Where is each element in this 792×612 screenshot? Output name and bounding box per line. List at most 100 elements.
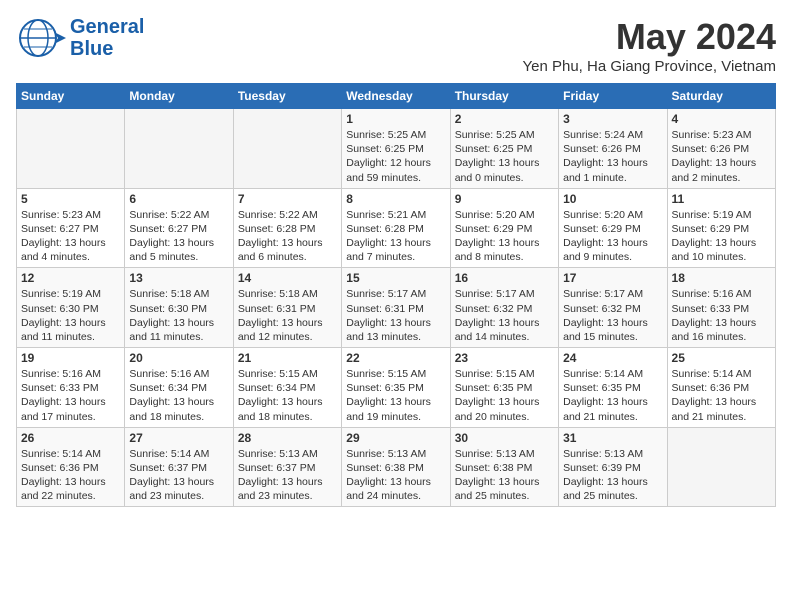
calendar-week-3: 12 Sunrise: 5:19 AMSunset: 6:30 PMDayligh…: [17, 268, 776, 348]
calendar-cell: 7Sunrise: 5:22 AMSunset: 6:28 PMDaylight…: [233, 188, 341, 268]
calendar-cell: [233, 109, 341, 189]
day-number: 14: [238, 271, 337, 285]
day-number: 31: [563, 431, 662, 445]
calendar-cell: 29 Sunrise: 5:13 AMSunset: 6:38 PMDayligh…: [342, 427, 450, 507]
calendar-cell: 24 Sunrise: 5:14 AMSunset: 6:35 PMDayligh…: [559, 348, 667, 428]
day-number: 6: [129, 192, 228, 206]
day-info: Sunrise: 5:19 AMSunset: 6:29 PMDaylight:…: [672, 208, 771, 265]
day-number: 18: [672, 271, 771, 285]
day-info: Sunrise: 5:17 AMSunset: 6:32 PMDaylight:…: [455, 287, 554, 344]
day-number: 13: [129, 271, 228, 285]
col-thursday: Thursday: [450, 84, 558, 109]
day-info: Sunrise: 5:16 AMSunset: 6:33 PMDaylight:…: [21, 367, 120, 424]
day-number: 19: [21, 351, 120, 365]
calendar-cell: 28 Sunrise: 5:13 AMSunset: 6:37 PMDayligh…: [233, 427, 341, 507]
day-number: 2: [455, 112, 554, 126]
calendar-cell: 30 Sunrise: 5:13 AMSunset: 6:38 PMDayligh…: [450, 427, 558, 507]
calendar-week-4: 19 Sunrise: 5:16 AMSunset: 6:33 PMDayligh…: [17, 348, 776, 428]
day-number: 24: [563, 351, 662, 365]
calendar-cell: 6 Sunrise: 5:22 AMSunset: 6:27 PMDaylight…: [125, 188, 233, 268]
day-info: Sunrise: 5:17 AMSunset: 6:32 PMDaylight:…: [563, 287, 662, 344]
day-info: Sunrise: 5:25 AMSunset: 6:25 PMDaylight:…: [346, 128, 445, 185]
col-tuesday: Tuesday: [233, 84, 341, 109]
page-header: General Blue May 2024 Yen Phu, Ha Giang …: [16, 16, 776, 75]
day-info: Sunrise: 5:16 AMSunset: 6:33 PMDaylight:…: [672, 287, 771, 344]
calendar-cell: 17 Sunrise: 5:17 AMSunset: 6:32 PMDayligh…: [559, 268, 667, 348]
day-info: Sunrise: 5:14 AMSunset: 6:36 PMDaylight:…: [672, 367, 771, 424]
day-info: Sunrise: 5:15 AMSunset: 6:35 PMDaylight:…: [455, 367, 554, 424]
calendar-cell: 21Sunrise: 5:15 AMSunset: 6:34 PMDayligh…: [233, 348, 341, 428]
calendar-cell: 31Sunrise: 5:13 AMSunset: 6:39 PMDayligh…: [559, 427, 667, 507]
calendar-cell: 10 Sunrise: 5:20 AMSunset: 6:29 PMDayligh…: [559, 188, 667, 268]
day-number: 20: [129, 351, 228, 365]
day-number: 26: [21, 431, 120, 445]
col-monday: Monday: [125, 84, 233, 109]
calendar-cell: 15 Sunrise: 5:17 AMSunset: 6:31 PMDayligh…: [342, 268, 450, 348]
day-number: 21: [238, 351, 337, 365]
day-info: Sunrise: 5:13 AMSunset: 6:38 PMDaylight:…: [346, 447, 445, 504]
day-number: 30: [455, 431, 554, 445]
logo-icon: [16, 16, 66, 60]
calendar-cell: 9 Sunrise: 5:20 AMSunset: 6:29 PMDaylight…: [450, 188, 558, 268]
day-info: Sunrise: 5:23 AMSunset: 6:27 PMDaylight:…: [21, 208, 120, 265]
day-info: Sunrise: 5:14 AMSunset: 6:35 PMDaylight:…: [563, 367, 662, 424]
page-title: May 2024: [523, 16, 777, 58]
calendar-cell: 19 Sunrise: 5:16 AMSunset: 6:33 PMDayligh…: [17, 348, 125, 428]
day-number: 15: [346, 271, 445, 285]
col-saturday: Saturday: [667, 84, 775, 109]
day-number: 23: [455, 351, 554, 365]
day-info: Sunrise: 5:21 AMSunset: 6:28 PMDaylight:…: [346, 208, 445, 265]
day-info: Sunrise: 5:19 AMSunset: 6:30 PMDaylight:…: [21, 287, 120, 344]
day-info: Sunrise: 5:13 AMSunset: 6:37 PMDaylight:…: [238, 447, 337, 504]
day-number: 9: [455, 192, 554, 206]
calendar-cell: 22 Sunrise: 5:15 AMSunset: 6:35 PMDayligh…: [342, 348, 450, 428]
calendar-table: Sunday Monday Tuesday Wednesday Thursday…: [16, 83, 776, 507]
day-number: 7: [238, 192, 337, 206]
calendar-week-2: 5 Sunrise: 5:23 AMSunset: 6:27 PMDaylight…: [17, 188, 776, 268]
col-friday: Friday: [559, 84, 667, 109]
calendar-cell: 8 Sunrise: 5:21 AMSunset: 6:28 PMDaylight…: [342, 188, 450, 268]
header-row: Sunday Monday Tuesday Wednesday Thursday…: [17, 84, 776, 109]
day-number: 12: [21, 271, 120, 285]
page-subtitle: Yen Phu, Ha Giang Province, Vietnam: [523, 58, 777, 75]
day-info: Sunrise: 5:13 AMSunset: 6:38 PMDaylight:…: [455, 447, 554, 504]
day-info: Sunrise: 5:15 AMSunset: 6:35 PMDaylight:…: [346, 367, 445, 424]
logo: General Blue: [16, 16, 144, 60]
day-number: 22: [346, 351, 445, 365]
day-info: Sunrise: 5:22 AMSunset: 6:27 PMDaylight:…: [129, 208, 228, 265]
day-info: Sunrise: 5:14 AMSunset: 6:36 PMDaylight:…: [21, 447, 120, 504]
calendar-cell: 5 Sunrise: 5:23 AMSunset: 6:27 PMDaylight…: [17, 188, 125, 268]
calendar-body: 1 Sunrise: 5:25 AMSunset: 6:25 PMDaylight…: [17, 109, 776, 507]
calendar-cell: [125, 109, 233, 189]
calendar-week-5: 26 Sunrise: 5:14 AMSunset: 6:36 PMDayligh…: [17, 427, 776, 507]
day-number: 29: [346, 431, 445, 445]
day-number: 1: [346, 112, 445, 126]
calendar-cell: 23 Sunrise: 5:15 AMSunset: 6:35 PMDayligh…: [450, 348, 558, 428]
day-number: 4: [672, 112, 771, 126]
day-number: 8: [346, 192, 445, 206]
calendar-cell: 3Sunrise: 5:24 AMSunset: 6:26 PMDaylight…: [559, 109, 667, 189]
day-number: 5: [21, 192, 120, 206]
day-number: 17: [563, 271, 662, 285]
calendar-cell: 27Sunrise: 5:14 AMSunset: 6:37 PMDayligh…: [125, 427, 233, 507]
day-info: Sunrise: 5:18 AMSunset: 6:31 PMDaylight:…: [238, 287, 337, 344]
logo-text: General Blue: [70, 16, 144, 60]
day-number: 28: [238, 431, 337, 445]
calendar-cell: 16 Sunrise: 5:17 AMSunset: 6:32 PMDayligh…: [450, 268, 558, 348]
calendar-cell: 26 Sunrise: 5:14 AMSunset: 6:36 PMDayligh…: [17, 427, 125, 507]
calendar-cell: 4 Sunrise: 5:23 AMSunset: 6:26 PMDaylight…: [667, 109, 775, 189]
calendar-cell: 11Sunrise: 5:19 AMSunset: 6:29 PMDayligh…: [667, 188, 775, 268]
day-info: Sunrise: 5:16 AMSunset: 6:34 PMDaylight:…: [129, 367, 228, 424]
calendar-cell: 1 Sunrise: 5:25 AMSunset: 6:25 PMDaylight…: [342, 109, 450, 189]
day-info: Sunrise: 5:23 AMSunset: 6:26 PMDaylight:…: [672, 128, 771, 185]
day-info: Sunrise: 5:14 AMSunset: 6:37 PMDaylight:…: [129, 447, 228, 504]
title-block: May 2024 Yen Phu, Ha Giang Province, Vie…: [523, 16, 777, 75]
day-number: 10: [563, 192, 662, 206]
day-info: Sunrise: 5:20 AMSunset: 6:29 PMDaylight:…: [563, 208, 662, 265]
calendar-cell: 2 Sunrise: 5:25 AMSunset: 6:25 PMDaylight…: [450, 109, 558, 189]
day-number: 16: [455, 271, 554, 285]
day-info: Sunrise: 5:25 AMSunset: 6:25 PMDaylight:…: [455, 128, 554, 185]
day-info: Sunrise: 5:17 AMSunset: 6:31 PMDaylight:…: [346, 287, 445, 344]
day-number: 3: [563, 112, 662, 126]
day-info: Sunrise: 5:20 AMSunset: 6:29 PMDaylight:…: [455, 208, 554, 265]
